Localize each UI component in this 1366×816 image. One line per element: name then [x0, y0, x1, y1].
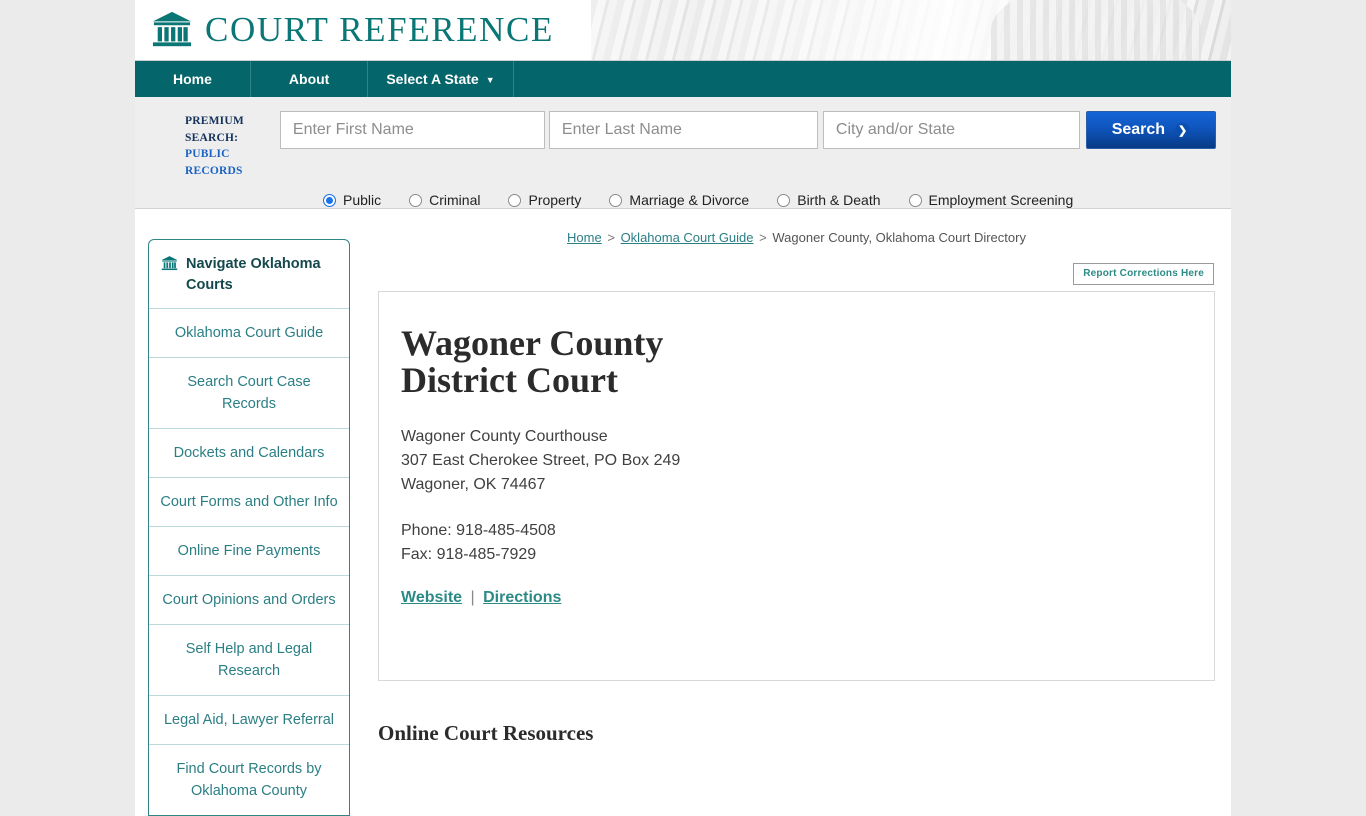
sidebar-item-find-court-records-by-county[interactable]: Find Court Records by Oklahoma County [149, 745, 349, 815]
page-title: Wagoner County District Court [401, 323, 664, 400]
radio-option-property[interactable]: Property [508, 192, 581, 208]
sidebar-item-dockets-and-calendars[interactable]: Dockets and Calendars [149, 429, 349, 478]
chevron-down-icon: ▼ [485, 74, 495, 85]
last-name-input[interactable] [548, 111, 818, 149]
court-info-card: Wagoner County District Court Wagoner Co… [378, 291, 1215, 681]
address-line-2: 307 East Cherokee Street, PO Box 249 [401, 452, 681, 469]
link-separator: | [470, 589, 475, 606]
sidebar-item-self-help-and-legal-research[interactable]: Self Help and Legal Research [149, 625, 349, 696]
address-line-3: Wagoner, OK 74467 [401, 476, 546, 493]
directions-link[interactable]: Directions [483, 589, 561, 606]
radio-label-criminal: Criminal [429, 192, 481, 208]
nav-item-select-a-state[interactable]: Select A State ▼ [368, 61, 514, 97]
page-container: COURT REFERENCE Home About Select A Stat… [135, 0, 1231, 816]
radio-label-marriage-divorce: Marriage & Divorce [629, 192, 750, 208]
website-link[interactable]: Website [401, 589, 462, 606]
corrections-row: Report Corrections Here [378, 263, 1215, 285]
address-line-1: Wagoner County Courthouse [401, 428, 608, 445]
courthouse-icon [161, 256, 178, 271]
fax-line: Fax: 918-485-7929 [401, 546, 537, 563]
radio-dot-birth-death [777, 193, 791, 207]
breadcrumb-separator-1: > [607, 230, 615, 245]
court-contact-block: Phone: 918-485-4508 Fax: 918-485-7929 [401, 519, 1192, 567]
search-inputs: Search ❯ [279, 111, 1216, 149]
premium-search-label-line1: PREMIUM SEARCH: [185, 115, 244, 144]
premium-search-panel: PREMIUM SEARCH: PUBLIC RECORDS Search ❯ … [135, 97, 1231, 209]
sidebar-item-oklahoma-court-guide[interactable]: Oklahoma Court Guide [149, 309, 349, 358]
chevron-right-icon: ❯ [1175, 122, 1191, 138]
radio-option-birth-death[interactable]: Birth & Death [777, 192, 881, 208]
nav-item-home-label: Home [173, 71, 212, 87]
report-corrections-button[interactable]: Report Corrections Here [1073, 263, 1214, 285]
sidebar-item-legal-aid-lawyer-referral[interactable]: Legal Aid, Lawyer Referral [149, 696, 349, 745]
radio-dot-public [323, 193, 336, 207]
radio-option-criminal[interactable]: Criminal [409, 192, 480, 208]
sidebar-header: Navigate Oklahoma Courts [149, 240, 349, 309]
courthouse-icon [152, 11, 192, 47]
radio-dot-property [508, 193, 522, 207]
sidebar-item-online-fine-payments[interactable]: Online Fine Payments [149, 527, 349, 576]
nav-item-select-a-state-label: Select A State [386, 71, 479, 87]
main-column: Home > Oklahoma Court Guide > Wagoner Co… [378, 227, 1215, 816]
nav-item-home[interactable]: Home [135, 61, 251, 97]
radio-dot-criminal [409, 193, 423, 207]
site-header-banner: COURT REFERENCE [135, 0, 1231, 61]
sidebar-header-label: Navigate Oklahoma Courts [186, 256, 321, 293]
sidebar-item-search-court-case-records[interactable]: Search Court Case Records [149, 358, 349, 429]
radio-dot-employment-screening [908, 193, 922, 207]
radio-label-employment-screening: Employment Screening [928, 192, 1074, 208]
phone-line: Phone: 918-485-4508 [401, 522, 556, 539]
first-name-input[interactable] [279, 111, 545, 149]
sidebar-item-court-opinions-and-orders[interactable]: Court Opinions and Orders [149, 576, 349, 625]
search-button-label: Search [1111, 121, 1166, 138]
city-state-input[interactable] [822, 111, 1080, 149]
nav-item-about-label: About [288, 71, 330, 87]
radio-option-marriage-divorce[interactable]: Marriage & Divorce [609, 192, 749, 208]
breadcrumb-link-home[interactable]: Home [567, 230, 602, 245]
radio-option-employment-screening[interactable]: Employment Screening [908, 192, 1074, 208]
sidebar-item-court-forms-and-other-info[interactable]: Court Forms and Other Info [149, 478, 349, 527]
breadcrumb-separator-2: > [759, 230, 767, 245]
radio-dot-marriage-divorce [609, 193, 623, 207]
online-court-resources-heading: Online Court Resources [378, 721, 594, 745]
breadcrumb-link-oklahoma-court-guide[interactable]: Oklahoma Court Guide [621, 230, 754, 245]
premium-search-label-line2: PUBLIC RECORDS [185, 148, 243, 177]
site-logo[interactable]: COURT REFERENCE [151, 10, 554, 50]
radio-option-public[interactable]: Public [323, 192, 381, 208]
search-fields-row: PREMIUM SEARCH: PUBLIC RECORDS Search ❯ [151, 111, 1216, 179]
radio-label-public: Public [343, 192, 382, 208]
breadcrumb: Home > Oklahoma Court Guide > Wagoner Co… [378, 227, 1215, 245]
search-button[interactable]: Search ❯ [1085, 111, 1216, 149]
court-address-block: Wagoner County Courthouse 307 East Chero… [401, 425, 1192, 497]
nav-item-about[interactable]: About [251, 61, 369, 97]
brand-name: COURT REFERENCE [205, 10, 554, 49]
search-type-radio-group: Public Criminal Property Marriage & Divo… [323, 192, 1215, 208]
breadcrumb-current-page: Wagoner County, Oklahoma Court Directory [772, 230, 1026, 245]
radio-label-property: Property [528, 192, 582, 208]
sidebar-navigate-oklahoma-courts: Navigate Oklahoma Courts Oklahoma Court … [148, 239, 350, 816]
court-links-block: Website | Directions [401, 589, 1192, 607]
premium-search-label: PREMIUM SEARCH: PUBLIC RECORDS [151, 111, 244, 179]
page-content: Navigate Oklahoma Courts Oklahoma Court … [135, 209, 1231, 816]
radio-label-birth-death: Birth & Death [797, 192, 881, 208]
main-navigation: Home About Select A State ▼ [135, 61, 1231, 97]
